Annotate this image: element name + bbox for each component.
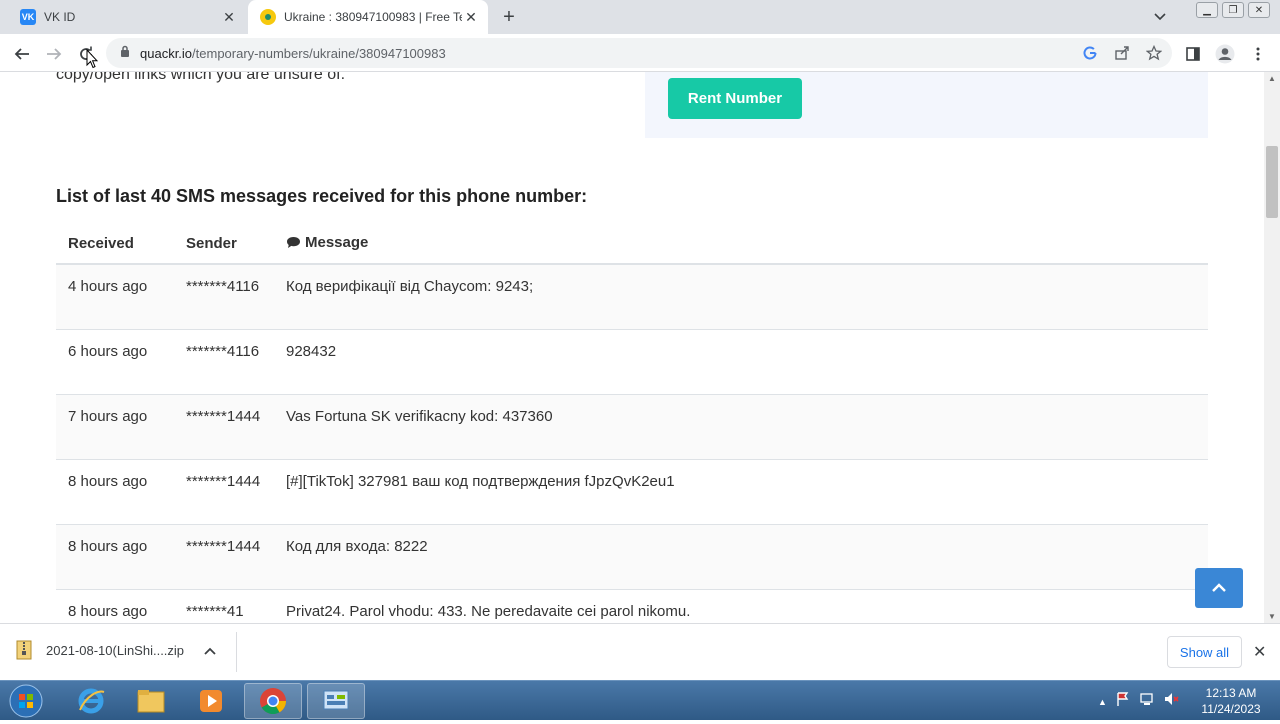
- received-cell: 8 hours ago: [56, 588, 174, 623]
- sender-cell: *******4116: [174, 263, 274, 329]
- received-cell: 4 hours ago: [56, 263, 174, 329]
- file-explorer-icon[interactable]: [122, 683, 180, 719]
- close-tab-icon[interactable]: ✕: [220, 8, 238, 26]
- chevron-up-icon: [1212, 583, 1226, 592]
- table-row: 7 hours ago *******1444 Vas Fortuna SK v…: [56, 393, 1208, 459]
- system-clock[interactable]: 12:13 AM 11/24/2023: [1196, 685, 1266, 717]
- tab-strip: VK VK ID ✕ Ukraine : 380947100983 | Free…: [0, 0, 1280, 34]
- network-icon[interactable]: [1139, 691, 1155, 712]
- tab-search-icon[interactable]: [1150, 7, 1170, 27]
- received-cell: 7 hours ago: [56, 393, 174, 459]
- column-header-received: Received: [56, 224, 174, 265]
- windows-taskbar: ▲ 12:13 AM 11/24/2023: [0, 680, 1280, 720]
- google-translate-icon[interactable]: [1080, 43, 1100, 63]
- column-header-message: Message: [274, 224, 1208, 265]
- close-window-icon[interactable]: ✕: [1248, 2, 1270, 18]
- scroll-down-arrow-icon[interactable]: ▼: [1268, 612, 1276, 621]
- table-row: 8 hours ago *******41 Privat24. Parol vh…: [56, 588, 1208, 623]
- download-bar: 2021-08-10(LinShi....zip Show all ✕: [0, 623, 1280, 680]
- share-icon[interactable]: [1112, 43, 1132, 63]
- tab-title: Ukraine : 380947100983 | Free Te: [284, 10, 462, 24]
- zip-file-icon: [16, 640, 32, 660]
- url-text: quackr.io/temporary-numbers/ukraine/3809…: [140, 45, 446, 61]
- forward-icon[interactable]: [41, 41, 67, 67]
- media-player-icon[interactable]: [182, 683, 240, 719]
- download-filename: 2021-08-10(LinShi....zip: [46, 642, 185, 658]
- chrome-menu-icon[interactable]: [1247, 43, 1269, 65]
- mouse-cursor-icon: [86, 48, 99, 74]
- address-bar[interactable]: quackr.io/temporary-numbers/ukraine/3809…: [106, 38, 1172, 68]
- restore-icon[interactable]: ❐: [1222, 2, 1244, 18]
- internet-explorer-icon[interactable]: [62, 683, 120, 719]
- page-scrollbar[interactable]: ▲ ▼: [1264, 72, 1280, 623]
- sender-cell: *******4116: [174, 328, 274, 394]
- scroll-up-arrow-icon[interactable]: ▲: [1268, 74, 1276, 83]
- page-content: copy/open links which you are unsure of.…: [0, 72, 1264, 623]
- tab-vk-id[interactable]: VK VK ID ✕: [8, 0, 246, 34]
- vk-icon: VK: [20, 9, 36, 25]
- tab-quackr[interactable]: Ukraine : 380947100983 | Free Te ✕: [248, 0, 488, 34]
- comment-icon: [286, 236, 301, 253]
- start-button[interactable]: [6, 683, 46, 719]
- back-icon[interactable]: [9, 41, 35, 67]
- bookmark-star-icon[interactable]: [1144, 43, 1164, 63]
- table-header-row: Received Sender Message: [56, 224, 1208, 265]
- divider: [236, 632, 237, 672]
- show-hidden-icons-icon[interactable]: ▲: [1098, 697, 1107, 707]
- new-tab-button[interactable]: +: [498, 6, 520, 28]
- control-panel-icon[interactable]: [307, 683, 365, 719]
- sms-list-heading: List of last 40 SMS messages received fo…: [56, 186, 588, 206]
- tab-title: VK ID: [44, 10, 76, 24]
- close-tab-icon[interactable]: ✕: [462, 8, 480, 26]
- table-row: 4 hours ago *******4116 Код верифікації …: [56, 263, 1208, 329]
- message-cell: Vas Fortuna SK verifikacny kod: 437360: [274, 393, 1208, 459]
- sender-cell: *******1444: [174, 523, 274, 589]
- scrollbar-thumb[interactable]: [1266, 146, 1278, 218]
- message-cell: 928432: [274, 328, 1208, 394]
- action-center-flag-icon[interactable]: [1115, 691, 1131, 712]
- message-cell: Код для входа: 8222: [274, 523, 1208, 589]
- message-cell: [#][TikTok] 327981 ваш код подтверждения…: [274, 458, 1208, 524]
- sender-cell: *******1444: [174, 393, 274, 459]
- side-panel-icon[interactable]: [1182, 43, 1204, 65]
- window-controls: ▁ ❐ ✕: [1196, 2, 1270, 18]
- table-row: 8 hours ago *******1444 [#][TikTok] 3279…: [56, 458, 1208, 524]
- table-row: 8 hours ago *******1444 Код для входа: 8…: [56, 523, 1208, 589]
- warning-text: copy/open links which you are unsure of.: [56, 72, 346, 83]
- sender-cell: *******1444: [174, 458, 274, 524]
- message-cell: Код верифікації від Chaycom: 9243;: [274, 263, 1208, 329]
- chevron-up-icon[interactable]: [204, 642, 216, 660]
- system-tray: ▲: [1098, 691, 1179, 712]
- clock-date: 11/24/2023: [1201, 702, 1261, 716]
- message-cell: Privat24. Parol vhodu: 433. Ne peredavai…: [274, 588, 1208, 623]
- volume-muted-icon[interactable]: [1163, 691, 1179, 712]
- table-row: 6 hours ago *******4116 928432: [56, 328, 1208, 394]
- received-cell: 8 hours ago: [56, 458, 174, 524]
- profile-avatar-icon[interactable]: [1214, 43, 1236, 65]
- chrome-taskbar-icon[interactable]: [244, 683, 302, 719]
- sender-cell: *******41: [174, 588, 274, 623]
- download-item[interactable]: 2021-08-10(LinShi....zip: [16, 640, 184, 660]
- sms-table: Received Sender Message 4 hours ago ****…: [56, 224, 1208, 623]
- minimize-icon[interactable]: ▁: [1196, 2, 1218, 18]
- browser-toolbar: quackr.io/temporary-numbers/ukraine/3809…: [0, 34, 1280, 72]
- show-all-button[interactable]: Show all: [1167, 636, 1242, 668]
- quackr-icon: [260, 9, 276, 25]
- lock-icon[interactable]: [120, 44, 130, 62]
- rent-number-button[interactable]: Rent Number: [668, 78, 802, 119]
- received-cell: 8 hours ago: [56, 523, 174, 589]
- close-download-bar-icon[interactable]: ✕: [1253, 642, 1266, 662]
- clock-time: 12:13 AM: [1205, 686, 1257, 700]
- column-header-sender: Sender: [174, 224, 274, 265]
- received-cell: 6 hours ago: [56, 328, 174, 394]
- scroll-to-top-button[interactable]: [1195, 568, 1243, 608]
